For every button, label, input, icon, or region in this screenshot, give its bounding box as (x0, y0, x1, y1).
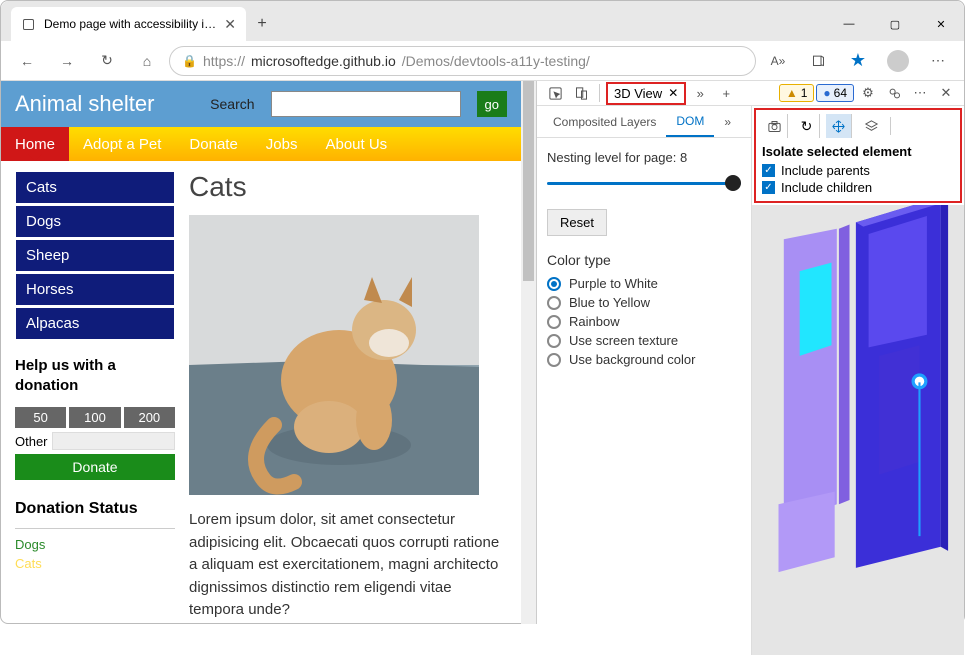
search-go-button[interactable]: go (477, 91, 507, 117)
reader-icon[interactable]: A» (760, 45, 796, 77)
other-amount-input[interactable] (52, 432, 175, 450)
feedback-icon[interactable] (882, 81, 906, 105)
nav-about[interactable]: About Us (311, 127, 401, 161)
minimize-button[interactable]: — (826, 7, 872, 41)
sidebar-item-horses[interactable]: Horses (15, 273, 175, 306)
more-icon[interactable]: ⋯ (920, 45, 956, 77)
collections-icon[interactable] (800, 45, 836, 77)
snapshot-icon[interactable] (762, 114, 788, 138)
back-button[interactable]: ← (9, 45, 45, 77)
devtools-left-pane: Composited Layers DOM » Nesting level fo… (537, 106, 752, 655)
devtools-right-pane: ↻ Isolate selected element ✓Include pare… (752, 106, 964, 655)
cat-image (189, 215, 479, 495)
3d-visualization[interactable]: ▲ ◀ ▶ ▼ (752, 205, 964, 655)
devtools-toolbar: 3D View ✕ » + ▲1 ●64 ⚙ ⋯ ✕ (537, 81, 964, 106)
nesting-slider[interactable] (547, 173, 741, 193)
radio-blue[interactable]: Blue to Yellow (547, 295, 741, 310)
color-type-label: Color type (547, 252, 741, 268)
other-label: Other (15, 434, 48, 449)
check-include-children[interactable]: ✓Include children (762, 180, 954, 195)
new-tab-button[interactable]: + (246, 7, 278, 41)
nav-home[interactable]: Home (1, 127, 69, 161)
search-input[interactable] (271, 91, 461, 117)
browser-tab[interactable]: Demo page with accessibility issu ✕ (11, 7, 246, 41)
sidebar-item-cats[interactable]: Cats (15, 171, 175, 204)
home-button[interactable]: ⌂ (129, 45, 165, 77)
page-viewport: Animal shelter Search go Home Adopt a Pe… (1, 81, 536, 624)
devtools-panel: 3D View ✕ » + ▲1 ●64 ⚙ ⋯ ✕ Composited La… (536, 81, 964, 624)
pan-icon[interactable] (826, 114, 852, 138)
forward-button[interactable]: → (49, 45, 85, 77)
sidebar-item-dogs[interactable]: Dogs (15, 205, 175, 238)
donation-200[interactable]: 200 (124, 407, 175, 428)
nav-jobs[interactable]: Jobs (252, 127, 312, 161)
tab-title: Demo page with accessibility issu (44, 17, 216, 31)
window-titlebar: Demo page with accessibility issu ✕ + — … (1, 1, 964, 41)
radio-rainbow[interactable]: Rainbow (547, 314, 741, 329)
tab-3d-view[interactable]: 3D View ✕ (606, 82, 686, 105)
profile-icon[interactable] (880, 45, 916, 77)
check-include-parents[interactable]: ✓Include parents (762, 163, 954, 178)
info-badge[interactable]: ●64 (816, 84, 854, 102)
close-3d-tab-icon[interactable]: ✕ (668, 86, 678, 100)
donate-button[interactable]: Donate (15, 454, 175, 480)
isolate-title: Isolate selected element (762, 144, 954, 159)
subtab-composited[interactable]: Composited Layers (543, 106, 666, 137)
donation-status-title: Donation Status (15, 500, 175, 518)
close-button[interactable]: ✕ (918, 7, 964, 41)
lock-icon: 🔒 (182, 54, 197, 68)
donation-50[interactable]: 50 (15, 407, 66, 428)
nav-donate[interactable]: Donate (175, 127, 251, 161)
tab-3d-label: 3D View (614, 86, 662, 101)
main-nav: Home Adopt a Pet Donate Jobs About Us (1, 127, 521, 161)
lorem-text: Lorem ipsum dolor, sit amet consectetur … (189, 509, 507, 622)
status-dogs: Dogs (15, 535, 175, 554)
nav-adopt[interactable]: Adopt a Pet (69, 127, 175, 161)
subtab-more-icon[interactable]: » (714, 106, 741, 137)
radio-screen[interactable]: Use screen texture (547, 333, 741, 348)
isolate-controls: ↻ Isolate selected element ✓Include pare… (754, 108, 962, 203)
radio-bg[interactable]: Use background color (547, 352, 741, 367)
site-header: Animal shelter Search go (1, 81, 521, 127)
address-bar[interactable]: 🔒 https://microsoftedge.github.io/Demos/… (169, 46, 756, 76)
reset-button[interactable]: Reset (547, 209, 607, 236)
page-heading: Cats (189, 171, 507, 203)
donation-100[interactable]: 100 (69, 407, 120, 428)
sidebar-item-alpacas[interactable]: Alpacas (15, 307, 175, 340)
search-label: Search (210, 96, 254, 112)
page-icon (21, 17, 36, 32)
settings-icon[interactable]: ⚙ (856, 81, 880, 105)
inspect-icon[interactable] (543, 81, 567, 105)
nesting-level-label: Nesting level for page: 8 (547, 150, 741, 165)
devtools-close-icon[interactable]: ✕ (934, 81, 958, 105)
close-tab-icon[interactable]: ✕ (224, 16, 236, 33)
devtools-more-icon[interactable]: ⋯ (908, 81, 932, 105)
favorite-icon[interactable]: ★ (840, 45, 876, 77)
status-cats: Cats (15, 554, 175, 573)
layers-icon[interactable] (858, 114, 884, 138)
radio-purple[interactable]: Purple to White (547, 276, 741, 291)
warnings-badge[interactable]: ▲1 (779, 84, 815, 102)
sidebar: Cats Dogs Sheep Horses Alpacas Help us w… (15, 171, 175, 622)
url-host: microsoftedge.github.io (251, 53, 396, 69)
page-scrollbar[interactable] (521, 81, 536, 624)
donation-help-title: Help us with a donation (15, 356, 175, 395)
device-icon[interactable] (569, 81, 593, 105)
retake-icon[interactable]: ↻ (794, 114, 820, 138)
browser-toolbar: ← → ↻ ⌂ 🔒 https://microsoftedge.github.i… (1, 41, 964, 81)
sidebar-item-sheep[interactable]: Sheep (15, 239, 175, 272)
maximize-button[interactable]: ▢ (872, 7, 918, 41)
refresh-button[interactable]: ↻ (89, 45, 125, 77)
subtab-dom[interactable]: DOM (666, 106, 714, 137)
main-column: Cats (189, 171, 507, 622)
site-title: Animal shelter (15, 91, 194, 117)
more-tabs-icon[interactable]: » (688, 81, 712, 105)
url-path: /Demos/devtools-a11y-testing/ (402, 53, 590, 69)
add-tab-icon[interactable]: + (714, 81, 738, 105)
